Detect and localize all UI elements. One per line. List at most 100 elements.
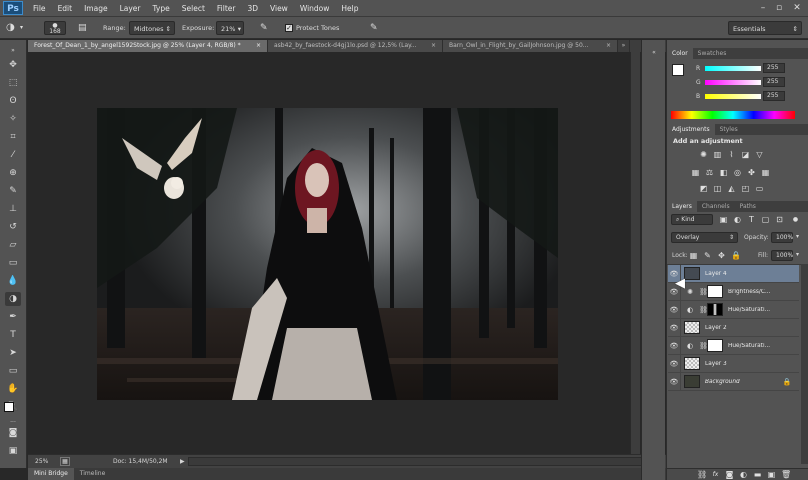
tab-adjustments[interactable]: Adjustments <box>667 124 715 135</box>
green-slider[interactable] <box>705 80 761 85</box>
eraser-tool-icon[interactable]: ▱ <box>5 238 21 252</box>
visibility-eye-icon[interactable]: 👁 <box>668 372 681 391</box>
workspace-select[interactable]: Essentials ⇕ <box>728 21 802 35</box>
toolbar-collapse-icon[interactable]: » <box>5 48 21 54</box>
layer-style-icon[interactable]: fx <box>711 470 720 479</box>
rectangle-tool-icon[interactable]: ▭ <box>5 364 21 378</box>
tab-paths[interactable]: Paths <box>735 201 761 212</box>
photo-filter-icon[interactable]: ◎ <box>733 168 742 177</box>
brush-tool-icon[interactable]: ✎ <box>5 184 21 198</box>
lock-transparency-icon[interactable]: ▦ <box>689 251 698 260</box>
curves-icon[interactable]: ⌇ <box>727 150 736 159</box>
chevron-down-icon[interactable]: ▾ <box>796 233 799 240</box>
layers-scrollbar[interactable] <box>801 264 808 464</box>
link-layers-icon[interactable]: ⛓ <box>697 470 707 479</box>
new-adjustment-layer-icon[interactable]: ◐ <box>739 470 748 479</box>
filter-smart-object-icon[interactable]: ⊡ <box>775 215 784 224</box>
clone-stamp-tool-icon[interactable]: ⊥ <box>5 202 21 216</box>
delete-layer-icon[interactable]: 🗑 <box>781 470 791 479</box>
tab-color[interactable]: Color <box>667 48 693 59</box>
visibility-eye-icon[interactable]: 👁 <box>668 354 681 373</box>
layer-row-layer-3[interactable]: 👁 Layer 3 <box>668 354 799 373</box>
close-icon[interactable]: ✕ <box>790 2 804 14</box>
menu-filter[interactable]: Filter <box>211 0 242 17</box>
menu-3d[interactable]: 3D <box>241 0 264 17</box>
layer-row-layer-4[interactable]: 👁 Layer 4 <box>668 264 799 283</box>
tab-mini-bridge[interactable]: Mini Bridge <box>28 468 74 480</box>
selective-color-icon[interactable]: ◰ <box>741 184 750 193</box>
layer-row-brightness-contrast[interactable]: 👁 ✺ ⛓ Brightness/C... <box>668 282 799 301</box>
minimize-icon[interactable]: – <box>756 2 770 14</box>
tab-styles[interactable]: Styles <box>715 124 743 135</box>
foreground-color-swatch[interactable] <box>4 402 14 412</box>
channel-mixer-icon[interactable]: ✤ <box>747 168 756 177</box>
invert-icon[interactable]: ◩ <box>699 184 708 193</box>
maximize-icon[interactable]: ▫ <box>772 2 786 14</box>
close-tab-icon[interactable]: × <box>431 40 436 52</box>
document-image[interactable] <box>97 108 558 400</box>
add-mask-icon[interactable]: ◙ <box>725 470 734 479</box>
move-tool-icon[interactable]: ✥ <box>5 58 21 72</box>
threshold-icon[interactable]: ◭ <box>727 184 736 193</box>
filter-adjustment-icon[interactable]: ◐ <box>733 215 742 224</box>
layer-row-hue-saturation-2[interactable]: 👁 ◐ ⛓ Hue/Saturati... <box>668 336 799 355</box>
type-tool-icon[interactable]: T <box>5 328 21 342</box>
pen-tool-icon[interactable]: ✒ <box>5 310 21 324</box>
brush-size-picker[interactable]: ● 168 <box>44 21 66 35</box>
horizontal-scrollbar[interactable] <box>188 457 653 466</box>
brightness-contrast-icon[interactable]: ✺ <box>699 150 708 159</box>
blue-slider[interactable] <box>705 94 761 99</box>
hand-tool-icon[interactable]: ✋ <box>5 382 21 396</box>
tab-swatches[interactable]: Swatches <box>693 48 732 59</box>
lock-all-icon[interactable]: 🔒 <box>731 251 741 260</box>
dodge-tool-icon[interactable]: ◑ <box>5 292 21 306</box>
brush-panel-icon[interactable]: ▤ <box>78 21 87 35</box>
color-spectrum-ramp[interactable] <box>671 111 795 119</box>
red-slider[interactable] <box>705 66 761 71</box>
status-menu-arrow-icon[interactable]: ▶ <box>180 458 185 465</box>
menu-help[interactable]: Help <box>335 0 364 17</box>
visibility-eye-icon[interactable]: 👁 <box>668 300 681 319</box>
layer-row-background[interactable]: 👁 Background 🔒 <box>668 372 799 391</box>
document-tab-asb42[interactable]: asb42_by_faestock-d4gj1lo.psd @ 12,5% (L… <box>268 40 443 52</box>
vibrance-icon[interactable]: ▽ <box>755 150 764 159</box>
tab-channels[interactable]: Channels <box>697 201 735 212</box>
color-lookup-icon[interactable]: ▦ <box>761 168 770 177</box>
opacity-input[interactable]: 100% <box>771 232 793 243</box>
black-white-icon[interactable]: ◧ <box>719 168 728 177</box>
color-balance-icon[interactable]: ⚖ <box>705 168 714 177</box>
close-tab-icon[interactable]: × <box>606 40 611 52</box>
levels-icon[interactable]: ▥ <box>713 150 722 159</box>
menu-edit[interactable]: Edit <box>52 0 79 17</box>
airbrush-icon[interactable]: ✎ <box>260 21 268 35</box>
dodge-tool-icon[interactable]: ◑ <box>6 21 15 35</box>
blur-tool-icon[interactable]: 💧 <box>5 274 21 288</box>
new-group-icon[interactable]: ▬ <box>753 470 762 479</box>
new-layer-icon[interactable]: ▣ <box>767 470 776 479</box>
exposure-icon[interactable]: ◪ <box>741 150 750 159</box>
layer-row-hue-saturation[interactable]: 👁 ◐ ⛓ Hue/Saturati... <box>668 300 799 319</box>
hue-saturation-icon[interactable]: ▦ <box>691 168 700 177</box>
menu-type[interactable]: Type <box>147 0 176 17</box>
eyedropper-tool-icon[interactable]: ⁄ <box>5 148 21 162</box>
menu-window[interactable]: Window <box>294 0 336 17</box>
menu-layer[interactable]: Layer <box>114 0 147 17</box>
lock-position-icon[interactable]: ✥ <box>717 251 726 260</box>
gradient-map-icon[interactable]: ▭ <box>755 184 764 193</box>
lasso-tool-icon[interactable]: ʘ <box>5 94 21 108</box>
healing-brush-tool-icon[interactable]: ⊕ <box>5 166 21 180</box>
chevron-down-icon[interactable]: ▾ <box>796 251 799 258</box>
tool-preset-dropdown-icon[interactable]: ▾ <box>20 21 23 35</box>
blend-mode-select[interactable]: Overlay ⇕ <box>671 232 738 243</box>
range-select[interactable]: Midtones ⇕ <box>129 21 175 35</box>
screen-mode-icon[interactable]: ▣ <box>5 444 21 458</box>
menu-image[interactable]: Image <box>78 0 114 17</box>
tab-overflow-icon[interactable]: » <box>618 40 630 52</box>
green-value[interactable]: 255 <box>763 77 785 87</box>
filter-type-icon[interactable]: T <box>747 215 756 224</box>
posterize-icon[interactable]: ◫ <box>713 184 722 193</box>
menu-file[interactable]: File <box>27 0 52 17</box>
visibility-eye-icon[interactable]: 👁 <box>668 318 681 337</box>
tab-timeline[interactable]: Timeline <box>74 468 112 480</box>
marquee-tool-icon[interactable]: ⬚ <box>5 76 21 90</box>
